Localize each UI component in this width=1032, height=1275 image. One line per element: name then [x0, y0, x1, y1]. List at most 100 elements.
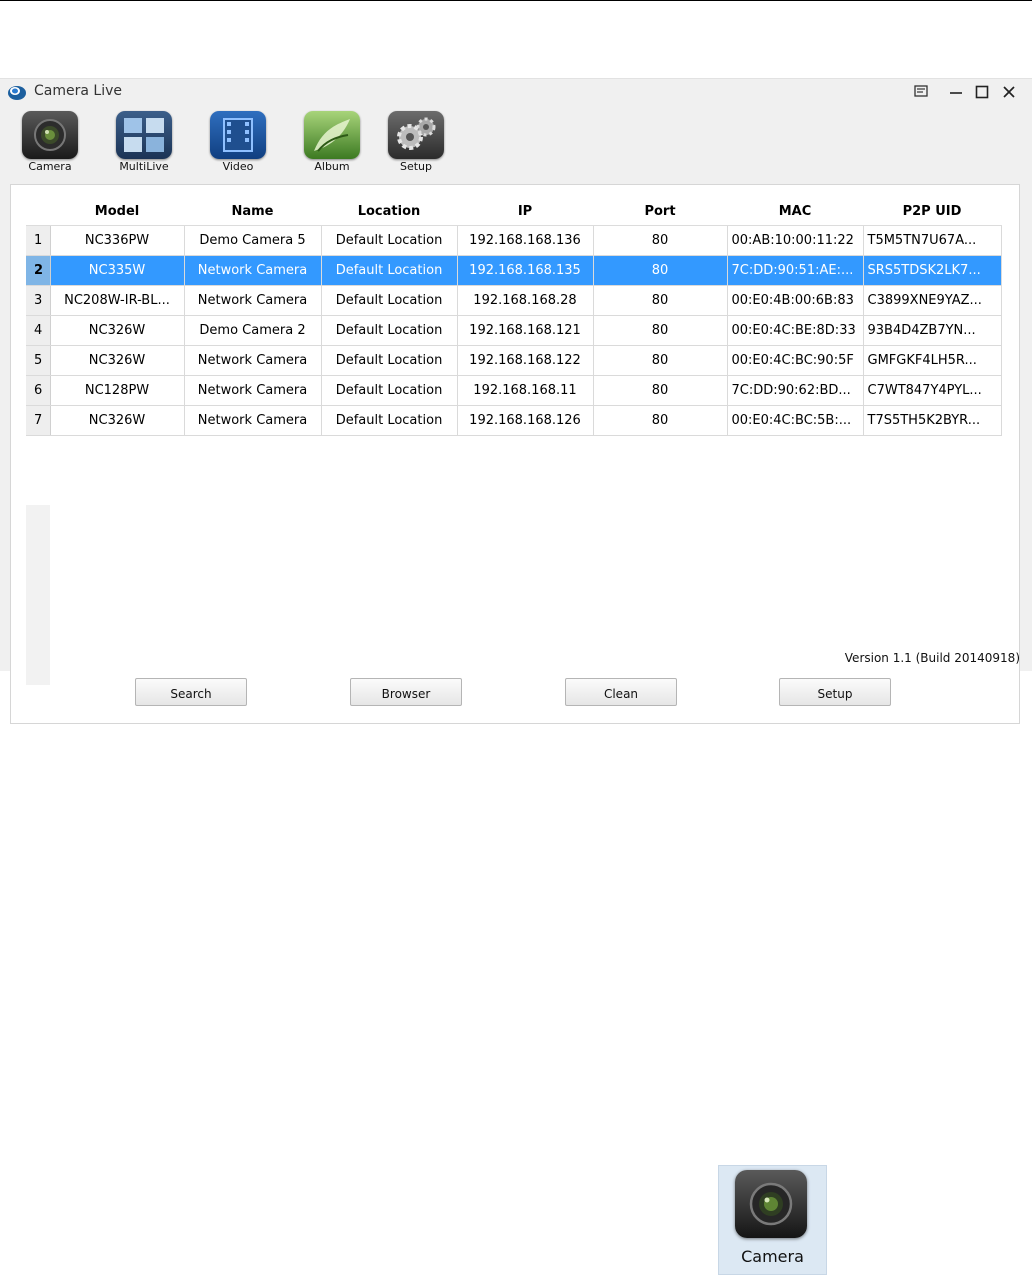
browser-button[interactable]: Browser [350, 678, 462, 706]
cell-port: 80 [593, 225, 728, 256]
cell-ip: 192.168.168.122 [457, 345, 594, 376]
toolbar-multilive-button[interactable]: MultiLive [109, 109, 179, 177]
camera-shortcut-label: Camera [741, 1247, 804, 1266]
cell-ip: 192.168.168.11 [457, 375, 594, 406]
cell-name: Demo Camera 5 [184, 225, 322, 256]
cell-uid: T7S5TH5K2BYR... [863, 405, 1002, 436]
main-toolbar: Camera MultiLive Video Album Setup [0, 109, 480, 177]
cell-name: Network Camera [184, 255, 322, 286]
page-top-rule [0, 0, 1032, 1]
cell-uid: C3899XNE9YAZ... [863, 285, 1002, 316]
cell-mac: 00:AB:10:00:11:22 [727, 225, 864, 256]
cell-port: 80 [593, 315, 728, 346]
cell-name: Network Camera [184, 285, 322, 316]
table-header-row: Model Name Location IP Port MAC P2P UID [26, 198, 1001, 226]
cell-name: Network Camera [184, 375, 322, 406]
column-header[interactable]: MAC [727, 198, 863, 226]
cell-mac: 00:E0:4C:BC:90:5F [727, 345, 864, 376]
cell-name: Demo Camera 2 [184, 315, 322, 346]
toolbar-camera-button[interactable]: Camera [15, 109, 85, 177]
cell-model: NC326W [50, 405, 185, 436]
toolbar-video-button[interactable]: Video [203, 109, 273, 177]
cell-port: 80 [593, 285, 728, 316]
row-number-gutter [26, 505, 50, 685]
cell-port: 80 [593, 255, 728, 286]
cell-ip: 192.168.168.136 [457, 225, 594, 256]
row-number: 5 [26, 345, 51, 376]
column-header[interactable]: P2P UID [863, 198, 1001, 226]
column-header[interactable]: Location [321, 198, 457, 226]
row-number: 7 [26, 405, 51, 436]
search-button[interactable]: Search [135, 678, 247, 706]
cell-location: Default Location [321, 315, 458, 346]
gear-icon [388, 111, 444, 159]
window-title: Camera Live [34, 83, 122, 99]
cell-model: NC208W-IR-BL... [50, 285, 185, 316]
camera-shortcut-button[interactable]: Camera [718, 1165, 827, 1275]
multilive-icon [116, 111, 172, 159]
album-icon [304, 111, 360, 159]
toolbar-album-button[interactable]: Album [297, 109, 367, 177]
app-logo-icon [8, 86, 26, 100]
column-header[interactable]: Model [50, 198, 184, 226]
cell-model: NC335W [50, 255, 185, 286]
cell-uid: GMFGKF4LH5R... [863, 345, 1002, 376]
cell-uid: C7WT847Y4PYL... [863, 375, 1002, 406]
cell-model: NC326W [50, 315, 185, 346]
cell-mac: 7C:DD:90:51:AE:... [727, 255, 864, 286]
menu-icon[interactable] [910, 81, 932, 103]
column-header-rownum [26, 198, 50, 226]
column-header[interactable]: Name [184, 198, 321, 226]
table-row[interactable]: 5 NC326W Network Camera Default Location 192… [26, 345, 1002, 376]
cell-model: NC336PW [50, 225, 185, 256]
cell-ip: 192.168.168.126 [457, 405, 594, 436]
cell-name: Network Camera [184, 405, 322, 436]
toolbar-label: Camera [28, 160, 72, 173]
table-row[interactable]: 6 NC128PW Network Camera Default Location 19… [26, 375, 1002, 406]
cell-mac: 00:E0:4C:BC:5B:... [727, 405, 864, 436]
toolbar-label: Setup [399, 160, 433, 173]
toolbar-label: MultiLive [119, 160, 169, 173]
cell-location: Default Location [321, 405, 458, 436]
camera-icon [22, 111, 78, 159]
cell-uid: SRS5TDSK2LK7... [863, 255, 1002, 286]
cell-uid: T5M5TN7U67A... [863, 225, 1002, 256]
row-number: 3 [26, 285, 51, 316]
camera-icon [735, 1170, 807, 1238]
clean-button[interactable]: Clean [565, 678, 677, 706]
device-table: Model Name Location IP Port MAC P2P UID … [26, 198, 1002, 436]
cell-port: 80 [593, 345, 728, 376]
toolbar-setup-button[interactable]: Setup [381, 109, 451, 177]
cell-mac: 7C:DD:90:62:BD... [727, 375, 864, 406]
minimize-icon[interactable] [945, 81, 967, 103]
cell-location: Default Location [321, 255, 458, 286]
camera-live-window: Camera Live Camera MultiLive Video Album… [0, 78, 1032, 724]
title-bar: Camera Live [0, 79, 1032, 105]
cell-mac: 00:E0:4C:BE:8D:33 [727, 315, 864, 346]
cell-mac: 00:E0:4B:00:6B:83 [727, 285, 864, 316]
column-header[interactable]: Port [593, 198, 727, 226]
cell-ip: 192.168.168.121 [457, 315, 594, 346]
maximize-icon[interactable] [971, 81, 993, 103]
table-row[interactable]: 2 NC335W Network Camera Default Location 192… [26, 255, 1002, 286]
cell-port: 80 [593, 405, 728, 436]
table-row[interactable]: 4 NC326W Demo Camera 2 Default Location 192.… [26, 315, 1002, 346]
cell-model: NC128PW [50, 375, 185, 406]
row-number: 6 [26, 375, 51, 406]
cell-model: NC326W [50, 345, 185, 376]
close-icon[interactable] [998, 81, 1020, 103]
table-row[interactable]: 3 NC208W-IR-BL... Network Camera Default Lo… [26, 285, 1002, 316]
cell-port: 80 [593, 375, 728, 406]
cell-location: Default Location [321, 285, 458, 316]
table-row[interactable]: 1 NC336PW Demo Camera 5 Default Location 192… [26, 225, 1002, 256]
device-list-panel: Model Name Location IP Port MAC P2P UID … [10, 184, 1020, 724]
table-row[interactable]: 7 NC326W Network Camera Default Location 192… [26, 405, 1002, 436]
cell-name: Network Camera [184, 345, 322, 376]
row-number: 2 [26, 255, 51, 286]
version-label: Version 1.1 (Build 20140918) [844, 651, 1020, 665]
column-header[interactable]: IP [457, 198, 593, 226]
cell-location: Default Location [321, 225, 458, 256]
setup-button[interactable]: Setup [779, 678, 891, 706]
toolbar-label: Album [314, 160, 350, 173]
video-icon [210, 111, 266, 159]
